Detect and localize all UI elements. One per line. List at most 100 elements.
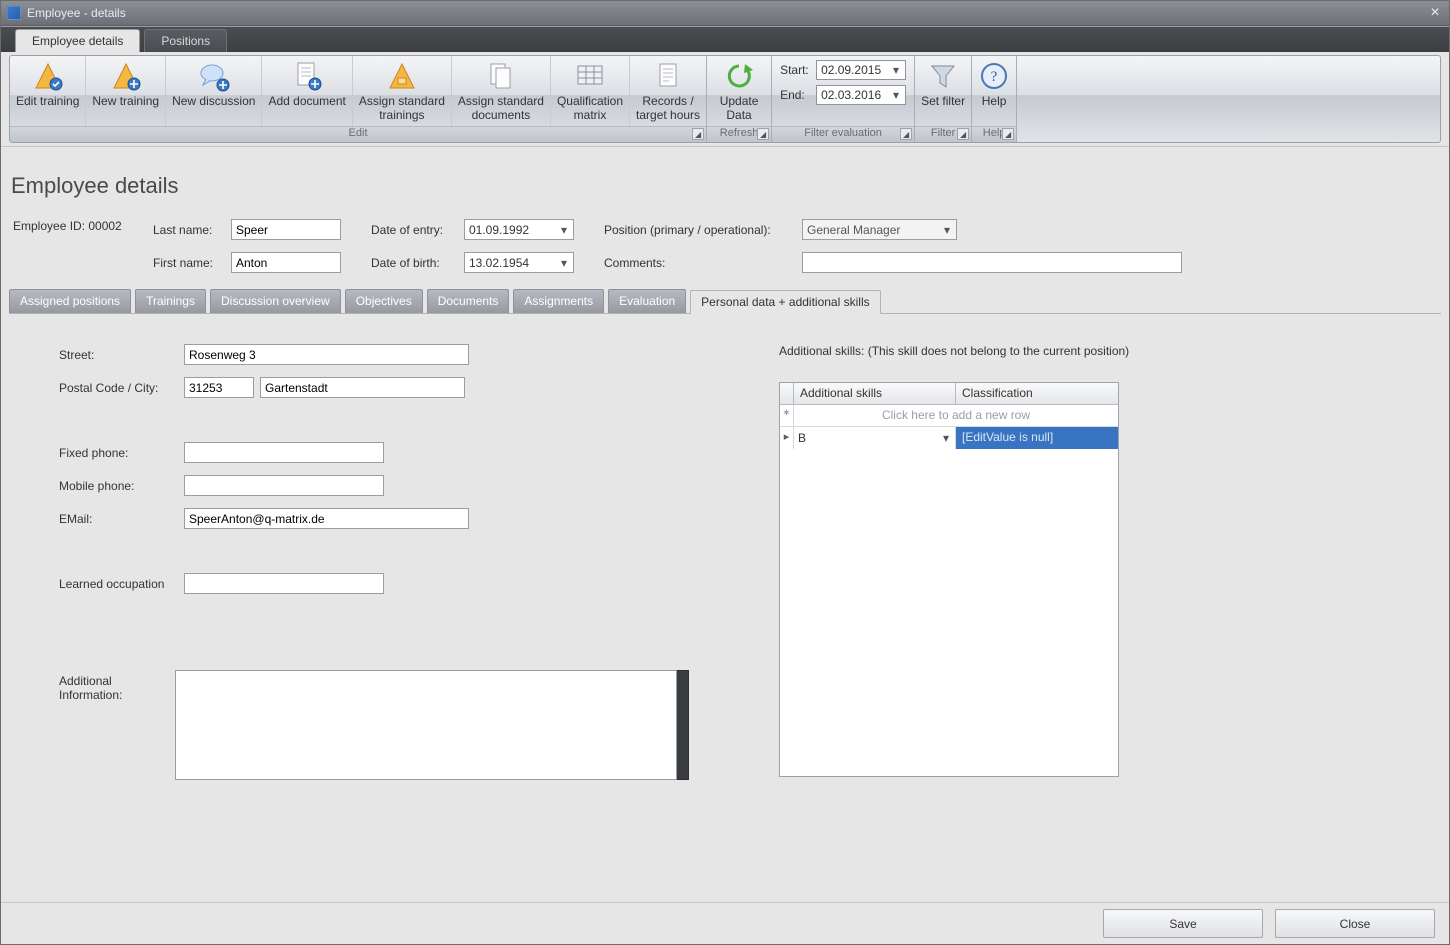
training-new-icon (110, 60, 142, 92)
standard-trainings-icon (386, 60, 418, 92)
ribbon-add-document-button[interactable]: Add document (262, 56, 352, 126)
personal-data-form: Street: Postal Code / City: Fixed phone:… (59, 344, 689, 882)
new-row-hint: Click here to add a new row (794, 405, 1118, 426)
ribbon-label: Edit training (16, 94, 79, 108)
tab-assignments[interactable]: Assignments (513, 289, 604, 313)
postal-code-input[interactable] (184, 377, 254, 398)
tab-employee-details[interactable]: Employee details (15, 29, 140, 52)
ribbon-group-filter-evaluation-caption: Filter evaluation◢ (772, 126, 914, 142)
ribbon-label: Assign standard documents (458, 94, 544, 122)
tab-positions[interactable]: Positions (144, 29, 227, 52)
filter-end-date-input[interactable]: 02.03.2016 ▾ (816, 85, 906, 105)
date-of-birth-input[interactable]: 13.02.1954 ▾ (464, 252, 574, 273)
grid-col-additional-skills[interactable]: Additional skills (794, 383, 956, 404)
new-row-indicator-icon: ✶ (780, 405, 794, 426)
email-label: EMail: (59, 512, 184, 526)
help-icon: ? (978, 60, 1010, 92)
tab-objectives[interactable]: Objectives (345, 289, 423, 313)
grid-cell-skill[interactable]: B ▾ (794, 427, 956, 449)
learned-occupation-input[interactable] (184, 573, 384, 594)
ribbon-records-target-hours-button[interactable]: Records / target hours (630, 56, 706, 126)
first-name-input[interactable] (231, 252, 341, 273)
additional-info-textarea[interactable] (175, 670, 677, 780)
ribbon-label: Add document (268, 94, 345, 108)
ribbon-label: New training (92, 94, 159, 108)
fixed-phone-input[interactable] (184, 442, 384, 463)
ribbon-group-refresh-caption: Refresh◢ (707, 126, 771, 142)
fixed-phone-label: Fixed phone: (59, 446, 184, 460)
ribbon-new-discussion-button[interactable]: New discussion (166, 56, 262, 126)
position-select[interactable]: General Manager ▾ (802, 219, 957, 240)
ribbon-group-filter-caption: Filter◢ (915, 126, 971, 142)
save-button[interactable]: Save (1103, 909, 1263, 938)
additional-skills-title: Additional skills: (This skill does not … (779, 344, 1421, 358)
date-of-birth-label: Date of birth: (371, 256, 456, 270)
ribbon-help-button[interactable]: ? Help (972, 56, 1016, 126)
comments-input[interactable] (802, 252, 1182, 273)
ribbon-group-edit-caption: Edit◢ (10, 126, 706, 142)
page-title: Employee details (11, 173, 1441, 199)
training-edit-icon (32, 60, 64, 92)
ribbon-label: Records / target hours (636, 94, 700, 122)
filter-end-label: End: (780, 88, 816, 102)
group-launcher-icon[interactable]: ◢ (957, 128, 969, 140)
textarea-scrollbar[interactable] (677, 670, 689, 780)
standard-documents-icon (485, 60, 517, 92)
grid-data-row[interactable]: ▸ B ▾ [EditValue is null] (780, 427, 1118, 449)
ribbon-label: Assign standard trainings (359, 94, 445, 122)
ribbon-new-training-button[interactable]: New training (86, 56, 166, 126)
date-of-entry-label: Date of entry: (371, 223, 456, 237)
tab-trainings[interactable]: Trainings (135, 289, 206, 313)
records-icon (652, 60, 684, 92)
city-input[interactable] (260, 377, 465, 398)
last-name-input[interactable] (231, 219, 341, 240)
group-launcher-icon[interactable]: ◢ (900, 128, 912, 140)
filter-evaluation-panel: Start: 02.09.2015 ▾ End: 02.03.2016 ▾ (772, 56, 914, 126)
mobile-phone-input[interactable] (184, 475, 384, 496)
ribbon-assign-standard-documents-button[interactable]: Assign standard documents (452, 56, 551, 126)
ribbon-set-filter-button[interactable]: Set filter (915, 56, 971, 126)
document-add-icon (291, 60, 323, 92)
dialog-footer: Save Close (1, 902, 1449, 944)
filter-start-date-value: 02.09.2015 (821, 63, 881, 77)
comments-label: Comments: (604, 256, 794, 270)
ribbon-label: Set filter (921, 94, 965, 108)
ribbon-qualification-matrix-button[interactable]: Qualification matrix (551, 56, 630, 126)
tab-discussion-overview[interactable]: Discussion overview (210, 289, 341, 313)
street-input[interactable] (184, 344, 469, 365)
group-launcher-icon[interactable]: ◢ (692, 128, 704, 140)
ribbon-label: Qualification matrix (557, 94, 623, 122)
grid-indicator-header (780, 383, 794, 404)
close-button[interactable]: Close (1275, 909, 1435, 938)
tab-assigned-positions[interactable]: Assigned positions (9, 289, 131, 313)
grid-new-row[interactable]: ✶ Click here to add a new row (780, 405, 1118, 427)
group-launcher-icon[interactable]: ◢ (757, 128, 769, 140)
dropdown-icon: ▾ (889, 88, 903, 102)
additional-info-label: Additional Information: (59, 670, 175, 702)
app-icon (7, 6, 21, 20)
ribbon: Edit training New training New discussio… (9, 55, 1441, 143)
tab-personal-data-skills[interactable]: Personal data + additional skills (690, 290, 880, 314)
mobile-phone-label: Mobile phone: (59, 479, 184, 493)
grid-cell-classification[interactable]: [EditValue is null] (956, 427, 1118, 449)
matrix-icon (574, 60, 606, 92)
group-launcher-icon[interactable]: ◢ (1002, 128, 1014, 140)
dropdown-icon: ▾ (939, 431, 953, 445)
tab-evaluation[interactable]: Evaluation (608, 289, 686, 313)
window-close-button[interactable]: × (1425, 5, 1445, 21)
position-label: Position (primary / operational): (604, 223, 794, 237)
last-name-label: Last name: (153, 223, 223, 237)
grid-col-classification[interactable]: Classification (956, 383, 1118, 404)
dropdown-icon: ▾ (557, 256, 571, 270)
date-of-entry-input[interactable]: 01.09.1992 ▾ (464, 219, 574, 240)
tab-documents[interactable]: Documents (427, 289, 510, 313)
filter-start-date-input[interactable]: 02.09.2015 ▾ (816, 60, 906, 80)
window-titlebar: Employee - details × (1, 1, 1449, 26)
ribbon-edit-training-button[interactable]: Edit training (10, 56, 86, 126)
ribbon-update-data-button[interactable]: Update Data (707, 56, 771, 126)
postal-city-label: Postal Code / City: (59, 381, 184, 395)
svg-text:?: ? (991, 69, 998, 85)
ribbon-assign-standard-trainings-button[interactable]: Assign standard trainings (353, 56, 452, 126)
additional-skills-grid[interactable]: Additional skills Classification ✶ Click… (779, 382, 1119, 777)
email-input[interactable] (184, 508, 469, 529)
